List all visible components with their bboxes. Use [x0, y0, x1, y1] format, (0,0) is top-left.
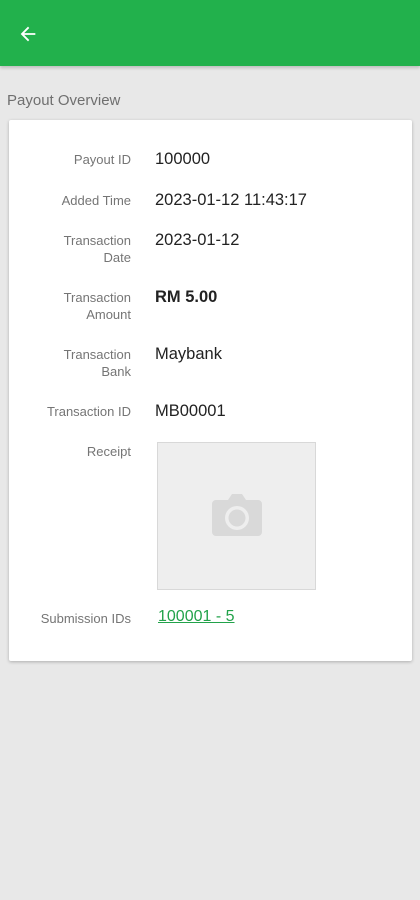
section-title: Payout Overview: [7, 92, 121, 109]
payout-id-label: Payout ID: [73, 152, 131, 167]
transaction-date-label: Transaction Date: [63, 233, 131, 265]
transaction-id-label: Transaction ID: [46, 404, 131, 419]
arrow-left-icon: [20, 26, 36, 42]
transaction-date-value: 2023-01-12: [155, 231, 240, 249]
added-time-label: Added Time: [61, 193, 131, 208]
transaction-id-value: MB00001: [155, 402, 226, 420]
transaction-bank-label: Transaction Bank: [63, 347, 131, 379]
submission-ids-link[interactable]: 100001 - 5: [158, 608, 235, 626]
transaction-amount-label: Transaction Amount: [63, 290, 131, 322]
added-time-value: 2023-01-12 11:43:17: [155, 191, 307, 209]
transaction-bank-value: Maybank: [155, 345, 222, 363]
camera-icon: [211, 494, 262, 536]
receipt-label: Receipt: [86, 444, 131, 459]
payout-id-value: 100000: [155, 150, 211, 168]
app-bar: [0, 0, 420, 66]
payout-details-card: Payout ID 100000 Added Time 2023-01-12 1…: [9, 120, 412, 661]
back-button[interactable]: [8, 14, 48, 54]
submission-ids-label: Submission IDs: [40, 611, 131, 626]
receipt-image-placeholder[interactable]: [157, 442, 316, 590]
transaction-amount-value: RM 5.00: [155, 288, 218, 306]
